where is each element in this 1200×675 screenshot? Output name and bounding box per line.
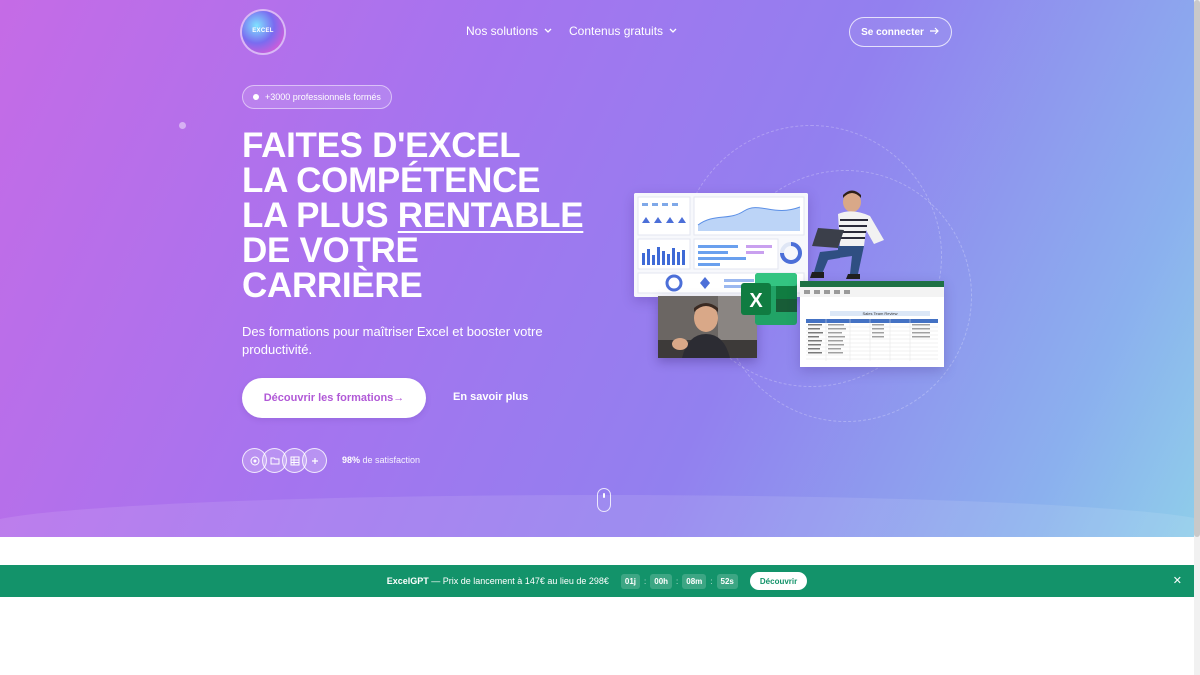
countdown-separator: : xyxy=(644,576,647,586)
page-scrollbar[interactable] xyxy=(1194,0,1200,675)
hero-section: EXCEL Nos solutions Contenus gratuits Se… xyxy=(0,0,1194,537)
discover-trainings-button[interactable]: Découvrir les formations → xyxy=(242,378,426,418)
countdown-timer: 01j : 00h : 08m : 52s xyxy=(619,573,740,589)
nav-item-label: Nos solutions xyxy=(466,24,539,38)
promo-banner: ExcelGPT — Prix de lancement à 147€ au l… xyxy=(0,565,1194,597)
arrow-right-icon xyxy=(929,27,940,38)
plus-icon xyxy=(302,448,327,473)
countdown-seconds: 52s xyxy=(716,573,738,589)
excel-logo-letter: X xyxy=(749,290,763,312)
excel-logo-icon: X xyxy=(741,273,797,325)
promo-description: — Prix de lancement à 147€ au lieu de 29… xyxy=(428,576,609,586)
decorative-dot xyxy=(179,122,186,129)
login-button-label: Se connecter xyxy=(861,26,924,38)
countdown-hours: 00h xyxy=(650,573,673,589)
badge-text: +3000 professionnels formés xyxy=(265,92,381,102)
spreadsheet-graphic: Sales Team Review xyxy=(800,281,944,367)
site-logo[interactable]: EXCEL xyxy=(242,11,284,53)
countdown-minutes: 08m xyxy=(682,573,707,589)
person-with-laptop-image xyxy=(808,188,888,280)
spreadsheet-screenshot: Sales Team Review xyxy=(800,281,944,367)
scrollbar-thumb[interactable] xyxy=(1194,0,1200,537)
headline-line: FAITES D'EXCEL xyxy=(242,126,521,165)
headline-line: DE VOTRE xyxy=(242,231,419,270)
close-icon[interactable]: ✕ xyxy=(1173,574,1182,587)
trust-badge: +3000 professionnels formés xyxy=(242,85,392,109)
headline-line-part: LA PLUS xyxy=(242,196,398,235)
logo-text: EXCEL xyxy=(252,28,274,34)
headline-highlight: RENTABLE xyxy=(397,196,584,235)
mouse-wheel xyxy=(603,493,605,498)
sheet-title-text: Sales Team Review xyxy=(862,311,897,316)
countdown-separator: : xyxy=(676,576,679,586)
learn-more-link[interactable]: En savoir plus xyxy=(453,391,528,403)
nav-item-free-content[interactable]: Contenus gratuits xyxy=(569,24,677,38)
cta-label: Découvrir les formations xyxy=(263,392,394,404)
login-button[interactable]: Se connecter xyxy=(849,17,952,47)
promo-discover-button[interactable]: Découvrir xyxy=(749,572,808,590)
satisfaction-label: de satisfaction xyxy=(360,455,421,465)
satisfaction-value: 98% xyxy=(342,455,361,465)
hero-headline: FAITES D'EXCEL LA COMPÉTENCE LA PLUS REN… xyxy=(242,128,602,303)
headline-line: LA COMPÉTENCE xyxy=(242,161,541,200)
headline-line: CARRIÈRE xyxy=(242,266,423,305)
satisfaction-stat: 98% de satisfaction xyxy=(342,455,420,465)
scroll-mouse-icon[interactable] xyxy=(597,488,611,512)
hero-subtitle: Des formations pour maîtriser Excel et b… xyxy=(242,324,543,357)
promo-product: ExcelGPT xyxy=(386,576,429,586)
countdown-separator: : xyxy=(710,576,713,586)
chevron-down-icon xyxy=(669,26,677,36)
badge-dot-icon xyxy=(253,94,259,100)
chevron-down-icon xyxy=(544,26,552,36)
nav-item-label: Contenus gratuits xyxy=(569,24,664,38)
nav-item-solutions[interactable]: Nos solutions xyxy=(466,24,552,38)
arrow-right-icon: → xyxy=(393,392,405,404)
headline-line: LA PLUS RENTABLE xyxy=(242,198,602,233)
countdown-days: 01j xyxy=(620,573,641,589)
promo-text: ExcelGPT — Prix de lancement à 147€ au l… xyxy=(387,576,609,586)
